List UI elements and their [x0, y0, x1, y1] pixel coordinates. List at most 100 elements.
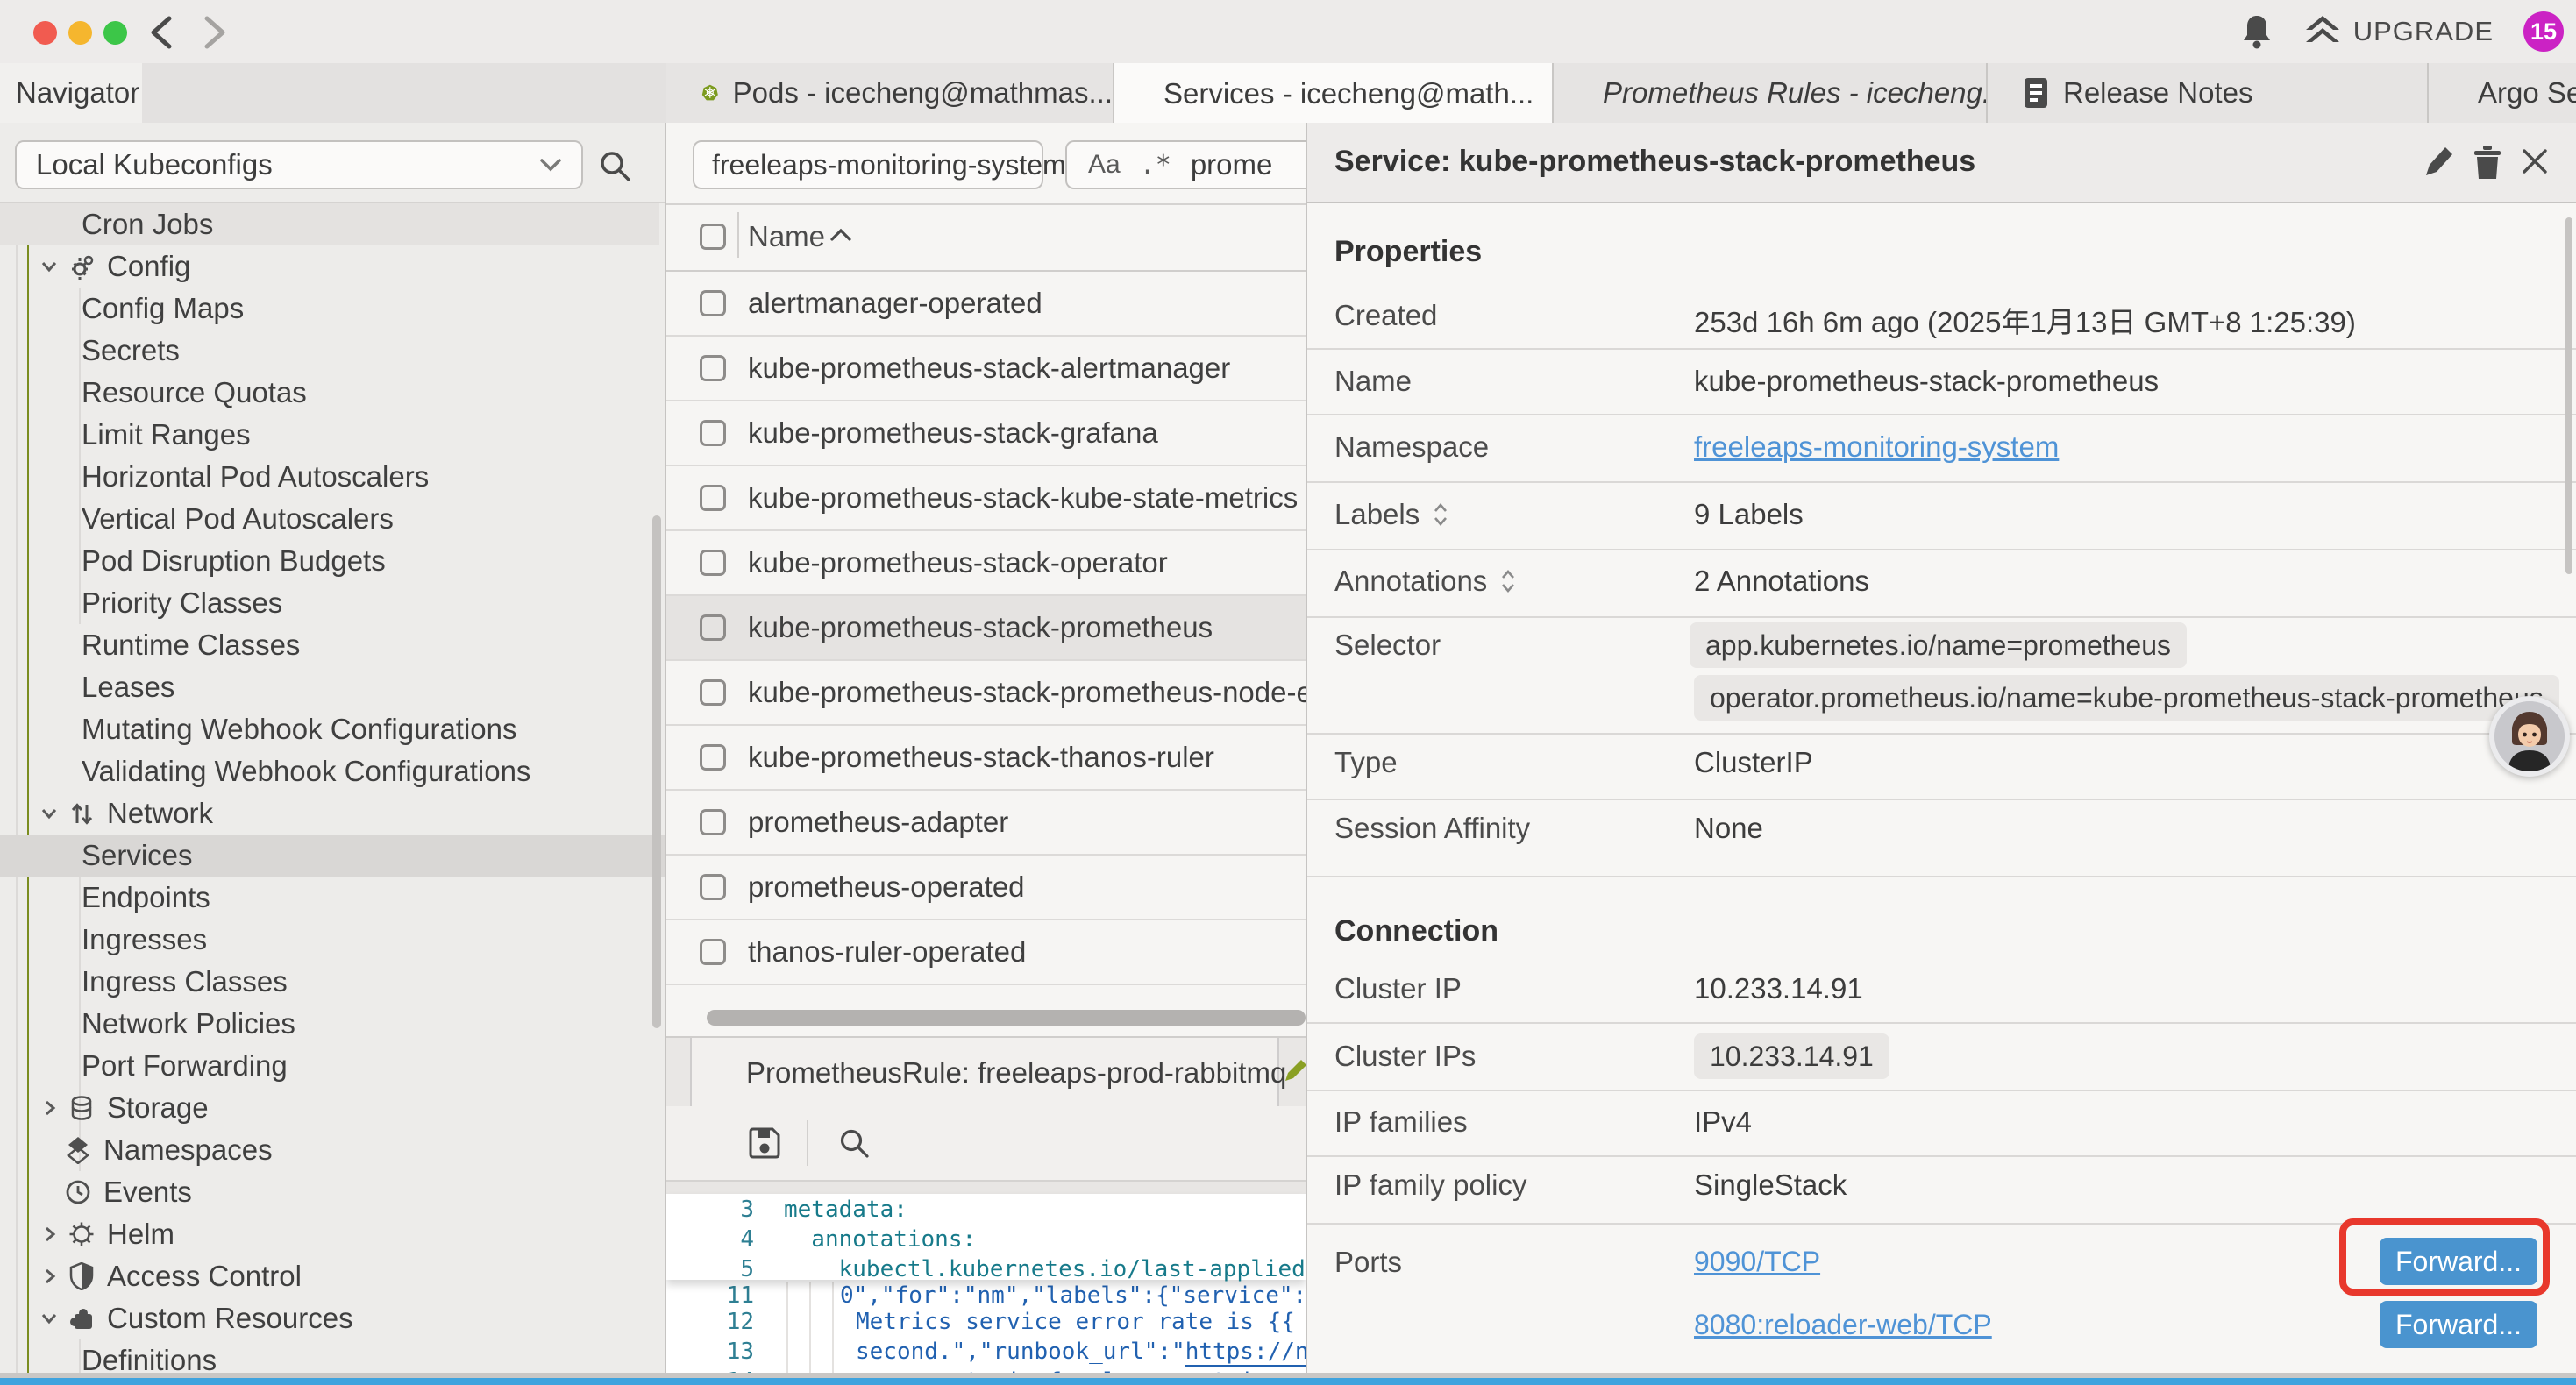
kubeconfig-context-dropdown[interactable]: Local Kubeconfigs: [15, 140, 583, 189]
sidebar-item-port-forwarding[interactable]: Port Forwarding: [0, 1045, 665, 1087]
sidebar-item-horizontal-pod-autoscalers[interactable]: Horizontal Pod Autoscalers: [0, 456, 665, 498]
ip-families-label: IP families: [1334, 1105, 1468, 1139]
sidebar-item-cron-jobs[interactable]: Cron Jobs: [0, 203, 659, 245]
match-case-toggle[interactable]: Aa: [1088, 150, 1121, 180]
row-checkbox[interactable]: [700, 290, 726, 316]
row-checkbox[interactable]: [700, 874, 726, 900]
sidebar-item-network[interactable]: Network: [0, 792, 665, 835]
row-checkbox[interactable]: [700, 679, 726, 706]
sidebar-item-network-policies[interactable]: Network Policies: [0, 1003, 665, 1045]
regex-toggle[interactable]: .*: [1140, 150, 1171, 181]
tab-label: Release Notes: [2063, 76, 2252, 110]
tab-prometheus-rules[interactable]: Prometheus Rules - icecheng...: [1554, 63, 1988, 123]
table-row[interactable]: thanos-ruler-operated: [666, 920, 1306, 984]
expand-collapse-icon[interactable]: [1432, 501, 1449, 529]
sidebar-item-mutating-webhook-configurations[interactable]: Mutating Webhook Configurations: [0, 708, 665, 750]
window-close-button[interactable]: [33, 21, 57, 45]
row-checkbox[interactable]: [700, 420, 726, 446]
expand-collapse-icon[interactable]: [1499, 567, 1517, 595]
sidebar-item-namespaces[interactable]: Namespaces: [0, 1129, 665, 1171]
sidebar-item-helm[interactable]: Helm: [0, 1213, 665, 1255]
sidebar-item-runtime-classes[interactable]: Runtime Classes: [0, 624, 665, 666]
sidebar-item-events[interactable]: Events: [0, 1171, 665, 1213]
table-row[interactable]: kube-prometheus-stack-alertmanager: [666, 337, 1306, 400]
table-row[interactable]: kube-prometheus-stack-grafana: [666, 401, 1306, 465]
sidebar-item-endpoints[interactable]: Endpoints: [0, 877, 665, 919]
table-row[interactable]: prometheus-adapter: [666, 791, 1306, 854]
sidebar-item-pod-disruption-budgets[interactable]: Pod Disruption Budgets: [0, 540, 665, 582]
type-value: ClusterIP: [1694, 746, 1813, 779]
name-column-header[interactable]: Name: [748, 220, 825, 253]
sidebar-search-icon[interactable]: [598, 149, 633, 184]
editor-tab-prometheusrule[interactable]: PrometheusRule: freeleaps-prod-rabbitmq: [690, 1038, 1279, 1108]
table-row[interactable]: kube-prometheus-stack-kube-state-metrics: [666, 466, 1306, 529]
editor-search-icon[interactable]: [838, 1127, 872, 1161]
table-row[interactable]: alertmanager-operated: [666, 272, 1306, 335]
tab-pods[interactable]: Pods - icecheng@mathmas...: [666, 63, 1114, 123]
row-checkbox[interactable]: [700, 614, 726, 641]
sidebar-item-secrets[interactable]: Secrets: [0, 330, 665, 372]
table-row[interactable]: kube-prometheus-stack-prometheus-node-ex…: [666, 661, 1306, 724]
notifications-bell-icon[interactable]: [2239, 12, 2274, 51]
sidebar-item-custom-resources[interactable]: Custom Resources: [0, 1297, 665, 1339]
edit-pencil-icon[interactable]: [1283, 1057, 1307, 1083]
sidebar-item-resource-quotas[interactable]: Resource Quotas: [0, 372, 665, 414]
row-checkbox[interactable]: [700, 939, 726, 965]
code-line: annotations:: [784, 1226, 976, 1253]
row-checkbox[interactable]: [700, 550, 726, 576]
port-link-8080[interactable]: 8080:reloader-web/TCP: [1694, 1309, 1992, 1341]
account-badge[interactable]: 15: [2523, 11, 2564, 52]
row-checkbox[interactable]: [700, 744, 726, 771]
panel-scrollbar[interactable]: [2565, 217, 2572, 574]
sidebar-item-ingresses[interactable]: Ingresses: [0, 919, 665, 961]
sidebar-item-vertical-pod-autoscalers[interactable]: Vertical Pod Autoscalers: [0, 498, 665, 540]
sidebar-item-access-control[interactable]: Access Control: [0, 1255, 665, 1297]
assistant-avatar[interactable]: [2489, 696, 2570, 777]
namespaces-icon: [65, 1136, 91, 1164]
created-value: 253d 16h 6m ago (2025年1月13日 GMT+8 1:25:3…: [1694, 299, 2356, 341]
horizontal-scrollbar[interactable]: [707, 1010, 1306, 1026]
tab-argo[interactable]: Argo Se: [2429, 63, 2576, 123]
table-row[interactable]: kube-prometheus-stack-operator: [666, 531, 1306, 594]
row-checkbox[interactable]: [700, 485, 726, 511]
sidebar-item-storage[interactable]: Storage: [0, 1087, 665, 1129]
sidebar-item-config[interactable]: Config: [0, 245, 665, 288]
window-bottom-highlight: [0, 1378, 2576, 1385]
name-filter-input[interactable]: Aa .* prome: [1065, 140, 1306, 189]
tab-services[interactable]: Services - icecheng@math... ×: [1114, 63, 1554, 124]
sidebar-item-services[interactable]: Services: [0, 835, 665, 877]
table-row[interactable]: kube-prometheus-stack-thanos-ruler: [666, 726, 1306, 789]
window-minimize-button[interactable]: [68, 21, 92, 45]
annotations-label: Annotations: [1334, 565, 1517, 598]
sidebar-item-priority-classes[interactable]: Priority Classes: [0, 582, 665, 624]
code-link[interactable]: https://netw: [1185, 1339, 1307, 1367]
sidebar-item-validating-webhook-configurations[interactable]: Validating Webhook Configurations: [0, 750, 665, 792]
row-checkbox[interactable]: [700, 809, 726, 835]
table-row-selected[interactable]: kube-prometheus-stack-prometheus: [666, 596, 1306, 659]
close-icon[interactable]: [2519, 146, 2551, 177]
sidebar-item-leases[interactable]: Leases: [0, 666, 665, 708]
table-row[interactable]: prometheus-operated: [666, 856, 1306, 919]
upgrade-button[interactable]: UPGRADE: [2304, 14, 2494, 49]
forward-button[interactable]: [195, 14, 231, 51]
forward-button-8080[interactable]: Forward...: [2380, 1301, 2537, 1348]
namespace-dropdown[interactable]: freeleaps-monitoring-system: [693, 140, 1043, 189]
sidebar-scrollbar[interactable]: [652, 515, 661, 1028]
namespace-link[interactable]: freeleaps-monitoring-system: [1694, 430, 2059, 464]
tab-release-notes[interactable]: Release Notes: [1988, 63, 2429, 123]
save-icon[interactable]: [747, 1126, 782, 1161]
port-link-9090[interactable]: 9090/TCP: [1694, 1246, 1820, 1278]
edit-pencil-icon[interactable]: [2421, 144, 2456, 179]
sidebar-item-limit-ranges[interactable]: Limit Ranges: [0, 414, 665, 456]
sidebar-item-config-maps[interactable]: Config Maps: [0, 288, 665, 330]
row-checkbox[interactable]: [700, 355, 726, 381]
delete-trash-icon[interactable]: [2472, 144, 2503, 181]
window-zoom-button[interactable]: [103, 21, 127, 45]
window-titlebar: UPGRADE 15: [0, 0, 2576, 65]
yaml-editor[interactable]: 11 0","for":"nm","labels":{"service":" 1…: [666, 1194, 1306, 1378]
navigator-tab[interactable]: Navigator: [0, 63, 142, 123]
sidebar-item-ingress-classes[interactable]: Ingress Classes: [0, 961, 665, 1003]
sort-ascending-icon: [829, 228, 852, 242]
select-all-checkbox[interactable]: [700, 224, 726, 250]
back-button[interactable]: [145, 14, 181, 51]
